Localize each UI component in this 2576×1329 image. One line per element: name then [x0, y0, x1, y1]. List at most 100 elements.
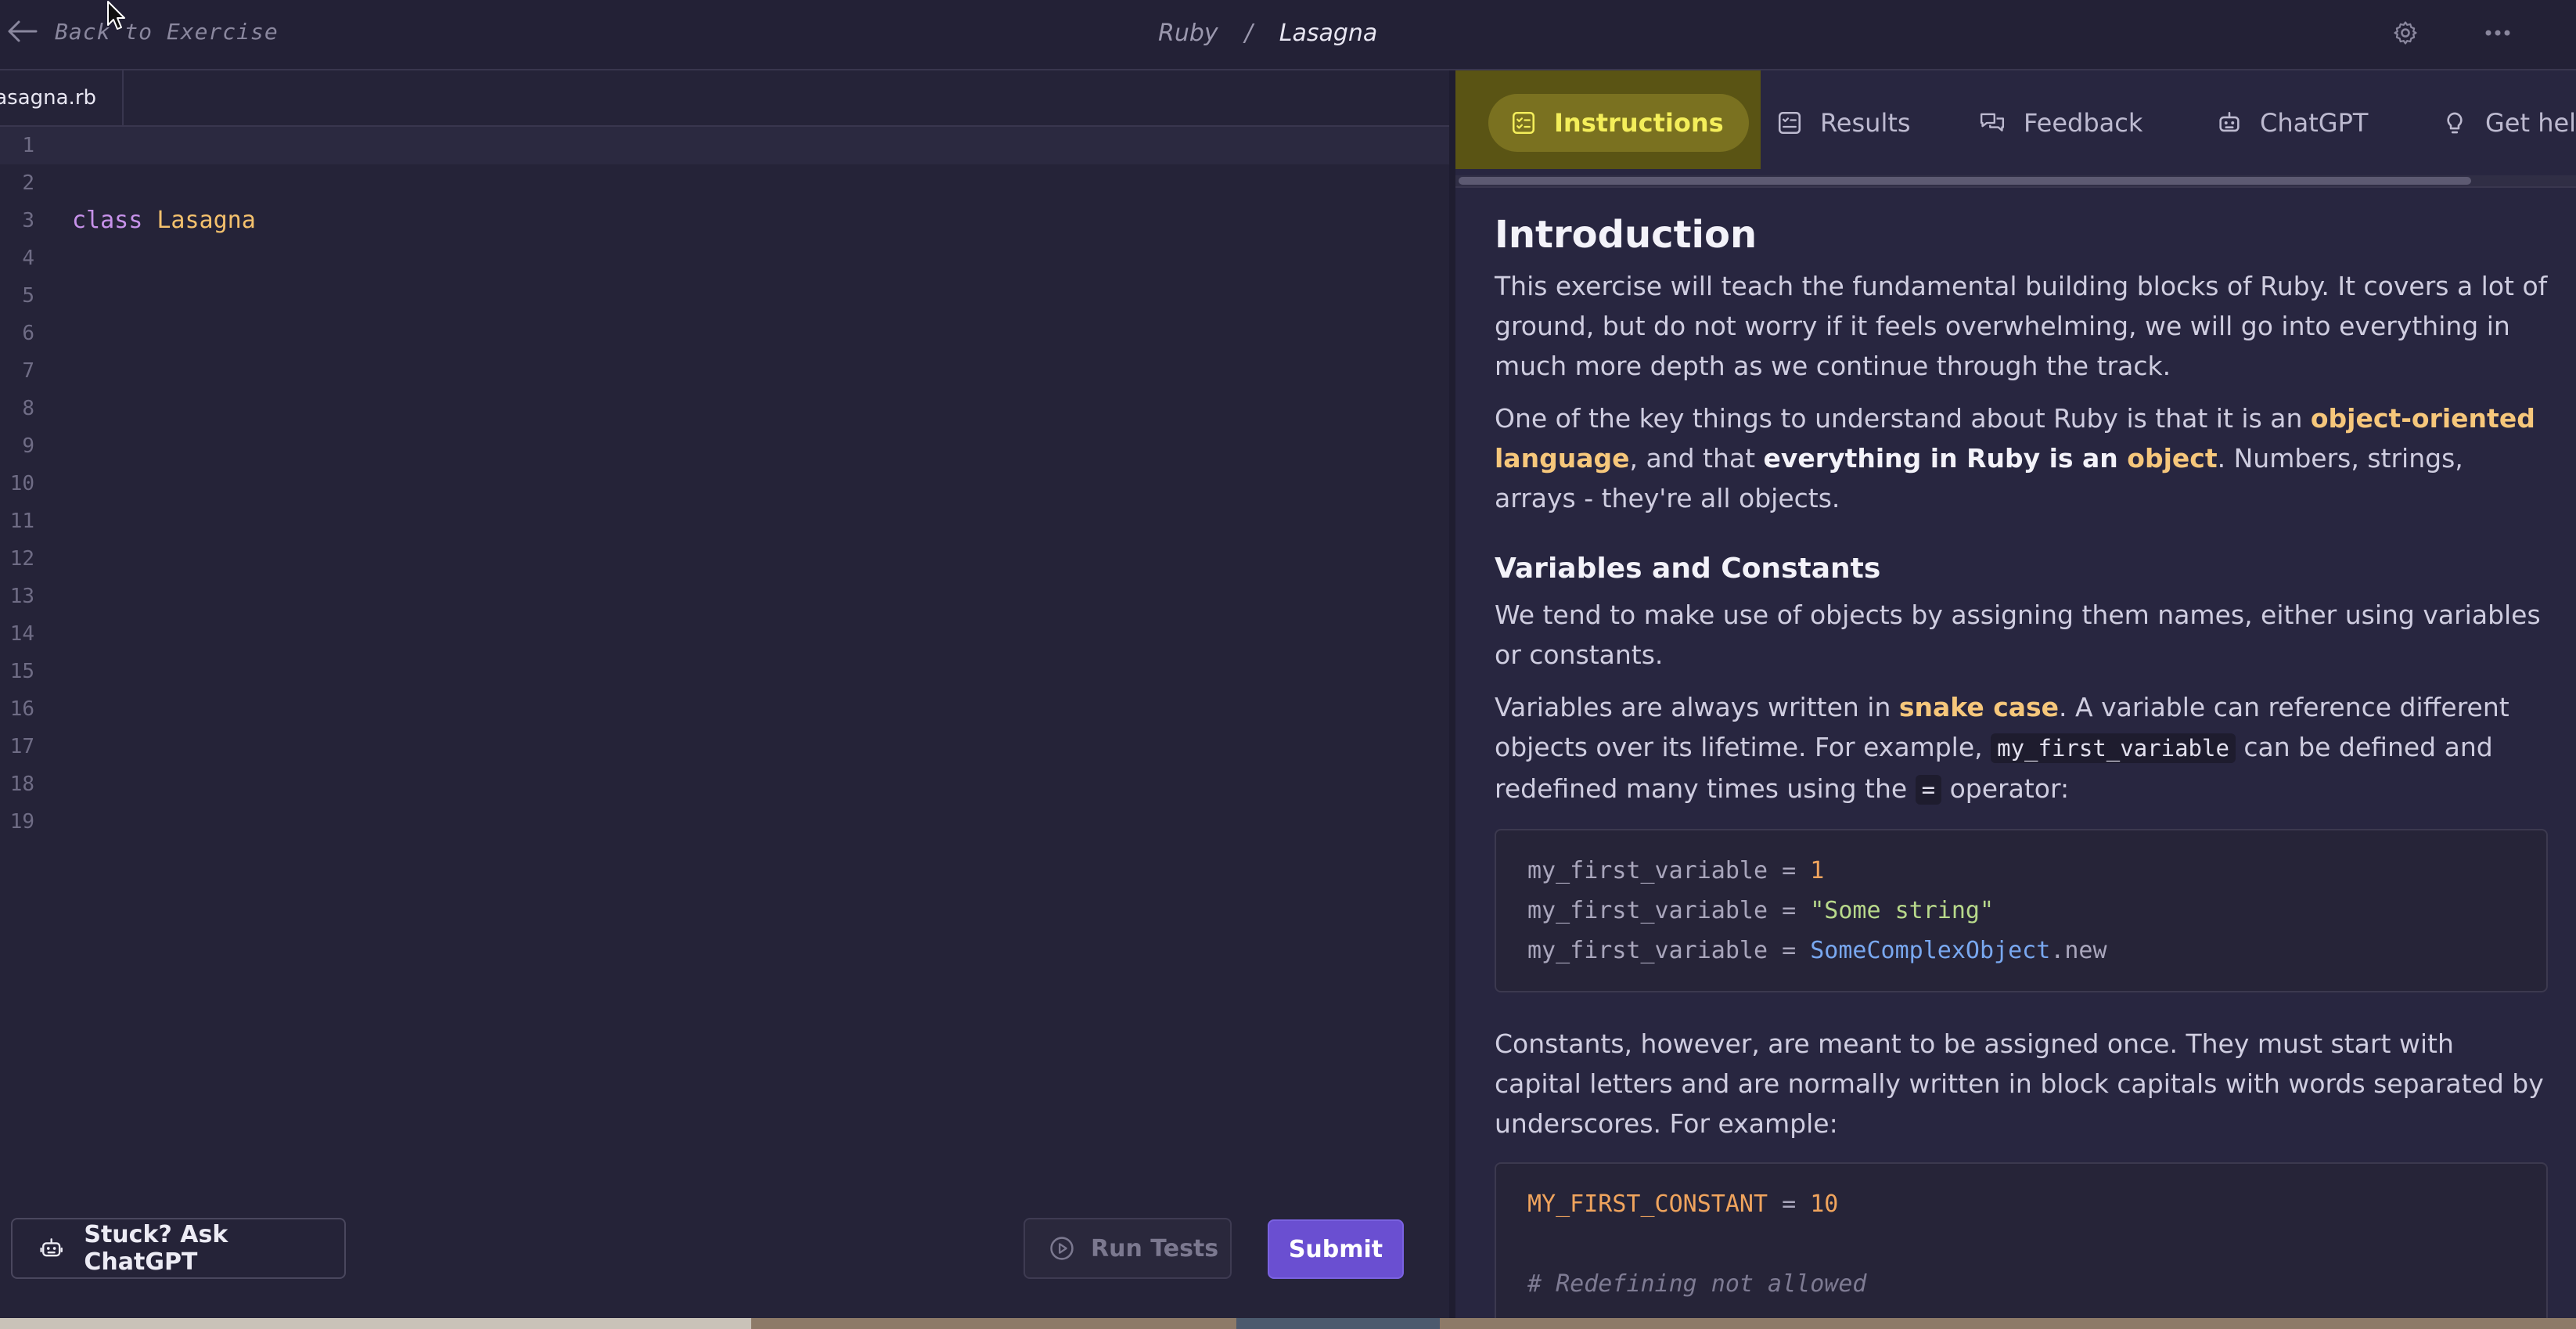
- desktop-background-strip: [0, 1318, 2576, 1329]
- back-label: Back to Exercise: [55, 18, 279, 45]
- file-tabs: lasagna.rb: [0, 70, 1449, 127]
- code-comment: # Redefining not allowed: [1527, 1270, 1867, 1298]
- text-run: operator:: [1941, 773, 2070, 804]
- inline-code: my_first_variable: [1991, 733, 2236, 763]
- line-number: 11: [9, 510, 34, 533]
- checklist-icon: [1512, 111, 1535, 135]
- tabs-scrollbar[interactable]: [1455, 175, 2576, 186]
- breadcrumb-separator: /: [1244, 19, 1253, 47]
- line-number: 1: [22, 134, 34, 157]
- line-number: 5: [22, 284, 34, 308]
- mouse-cursor-icon: [107, 1, 125, 30]
- paragraph-names: We tend to make use of objects by assign…: [1495, 600, 2541, 670]
- tab-instructions-label: Instructions: [1554, 108, 1724, 138]
- panel-divider[interactable]: [1449, 70, 1455, 1329]
- run-tests-label: Run Tests: [1091, 1234, 1219, 1262]
- code-text: my_first_variable =: [1527, 937, 1811, 964]
- code-line-3[interactable]: class Lasagna: [72, 202, 256, 240]
- code-constant: SomeComplexObject: [1810, 937, 2051, 964]
- text-run: Variables are always written in: [1495, 692, 1899, 722]
- instructions-content: Introduction This exercise will teach th…: [1495, 211, 2548, 1329]
- term-object[interactable]: object: [2127, 443, 2217, 474]
- tab-get-help-label: Get help: [2485, 108, 2576, 138]
- line-number: 7: [22, 359, 34, 383]
- arrow-left-icon: [8, 20, 38, 42]
- line-number: 2: [22, 171, 34, 195]
- code-text: .new: [2050, 937, 2107, 964]
- line-number: 9: [22, 434, 34, 458]
- text-run: One of the key things to understand abou…: [1495, 403, 2311, 434]
- background-segment: [0, 1318, 751, 1329]
- run-tests-button[interactable]: Run Tests: [1024, 1218, 1232, 1279]
- panel-tabs: Instructions Results Feedback ChatGPT Ge…: [1455, 70, 2576, 174]
- code-line: my_first_variable = 1: [1527, 851, 2515, 891]
- tab-instructions[interactable]: Instructions: [1488, 94, 1749, 152]
- robot-icon: [40, 1238, 63, 1257]
- paragraph-intro: This exercise will teach the fundamental…: [1495, 271, 2548, 381]
- robot-icon: [2219, 111, 2240, 132]
- line-number: 16: [9, 697, 34, 721]
- instructions-title: Introduction: [1495, 213, 1758, 257]
- code-class-name: Lasagna: [157, 207, 256, 234]
- tab-results-label: Results: [1820, 108, 1911, 138]
- ask-chatgpt-button[interactable]: Stuck? Ask ChatGPT: [11, 1218, 346, 1279]
- bold-text: everything in Ruby is an: [1763, 443, 2128, 474]
- submit-label: Submit: [1288, 1235, 1383, 1263]
- code-keyword: class: [72, 207, 143, 234]
- active-line-highlight: [0, 127, 1449, 164]
- code-line: my_first_variable = "Some string": [1527, 891, 2515, 931]
- line-number: 14: [9, 622, 34, 646]
- background-segment: [1236, 1318, 1440, 1329]
- line-number: 10: [9, 472, 34, 495]
- code-editor[interactable]: 1 2 3 4 5 6 7 8 9 10 11 12 13 14 15 16 1…: [0, 127, 1449, 1316]
- breadcrumb-track[interactable]: Ruby: [1158, 20, 1218, 47]
- panel-divider-line: [1455, 186, 2576, 188]
- line-number: 6: [22, 322, 34, 345]
- tabs-scrollbar-thumb[interactable]: [1459, 177, 2471, 185]
- term-snake-case[interactable]: snake case: [1899, 692, 2059, 722]
- breadcrumb: Ruby / Lasagna: [1158, 16, 1377, 50]
- code-string: "Some string": [1810, 897, 1995, 924]
- line-number: 13: [9, 585, 34, 608]
- line-number: 4: [22, 247, 34, 270]
- code-block-constants: MY_FIRST_CONSTANT = 10 # Redefining not …: [1495, 1162, 2548, 1326]
- code-text: my_first_variable =: [1527, 857, 1811, 884]
- tab-feedback-label: Feedback: [2024, 108, 2143, 138]
- settings-button[interactable]: [2388, 16, 2423, 50]
- paragraph-objects: One of the key things to understand abou…: [1495, 398, 2548, 518]
- ask-chatgpt-label: Stuck? Ask ChatGPT: [84, 1221, 228, 1276]
- line-number: 8: [22, 397, 34, 420]
- section-heading-variables: Variables and Constants: [1495, 553, 1881, 585]
- tab-results[interactable]: Results: [1776, 94, 1911, 152]
- instructions-panel: Instructions Results Feedback ChatGPT Ge…: [1455, 70, 2576, 1329]
- paragraph-snake-case: Variables are always written in snake ca…: [1495, 687, 2548, 810]
- code-line: my_first_variable = SomeComplexObject.ne…: [1527, 931, 2515, 971]
- code-line: # Redefining not allowed: [1527, 1264, 2515, 1304]
- text-run: , and that: [1629, 443, 1764, 474]
- more-horizontal-icon: [2485, 30, 2510, 36]
- code-number: 10: [1810, 1190, 1839, 1218]
- gear-icon: [2394, 21, 2417, 45]
- code-number: 1: [1810, 857, 1825, 884]
- line-number: 17: [9, 735, 34, 758]
- code-block-variables: my_first_variable = 1 my_first_variable …: [1495, 829, 2548, 992]
- submit-button[interactable]: Submit: [1268, 1219, 1404, 1279]
- tab-feedback[interactable]: Feedback: [1978, 94, 2142, 152]
- code-constant: MY_FIRST_CONSTANT: [1527, 1190, 1768, 1218]
- code-text: my_first_variable =: [1527, 897, 1811, 924]
- back-to-exercise-link[interactable]: Back to Exercise: [6, 14, 279, 49]
- paragraph-constants: Constants, however, are meant to be assi…: [1495, 1028, 2544, 1139]
- more-options-button[interactable]: [2481, 16, 2515, 50]
- line-number-gutter: 1 2 3 4 5 6 7 8 9 10 11 12 13 14 15 16 1…: [0, 127, 47, 841]
- file-tab-label: lasagna.rb: [0, 86, 97, 110]
- lightbulb-icon: [2447, 112, 2463, 134]
- line-number: 15: [9, 660, 34, 683]
- tab-get-help[interactable]: Get help: [2441, 94, 2576, 152]
- breadcrumb-exercise: Lasagna: [1279, 19, 1378, 47]
- chat-bubbles-icon: [1980, 113, 2005, 131]
- file-tab-lasagna[interactable]: lasagna.rb: [0, 70, 124, 125]
- results-icon: [1778, 111, 1801, 135]
- tab-chatgpt[interactable]: ChatGPT: [2216, 94, 2368, 152]
- inline-code: =: [1915, 775, 1942, 805]
- line-number: 3: [22, 209, 34, 232]
